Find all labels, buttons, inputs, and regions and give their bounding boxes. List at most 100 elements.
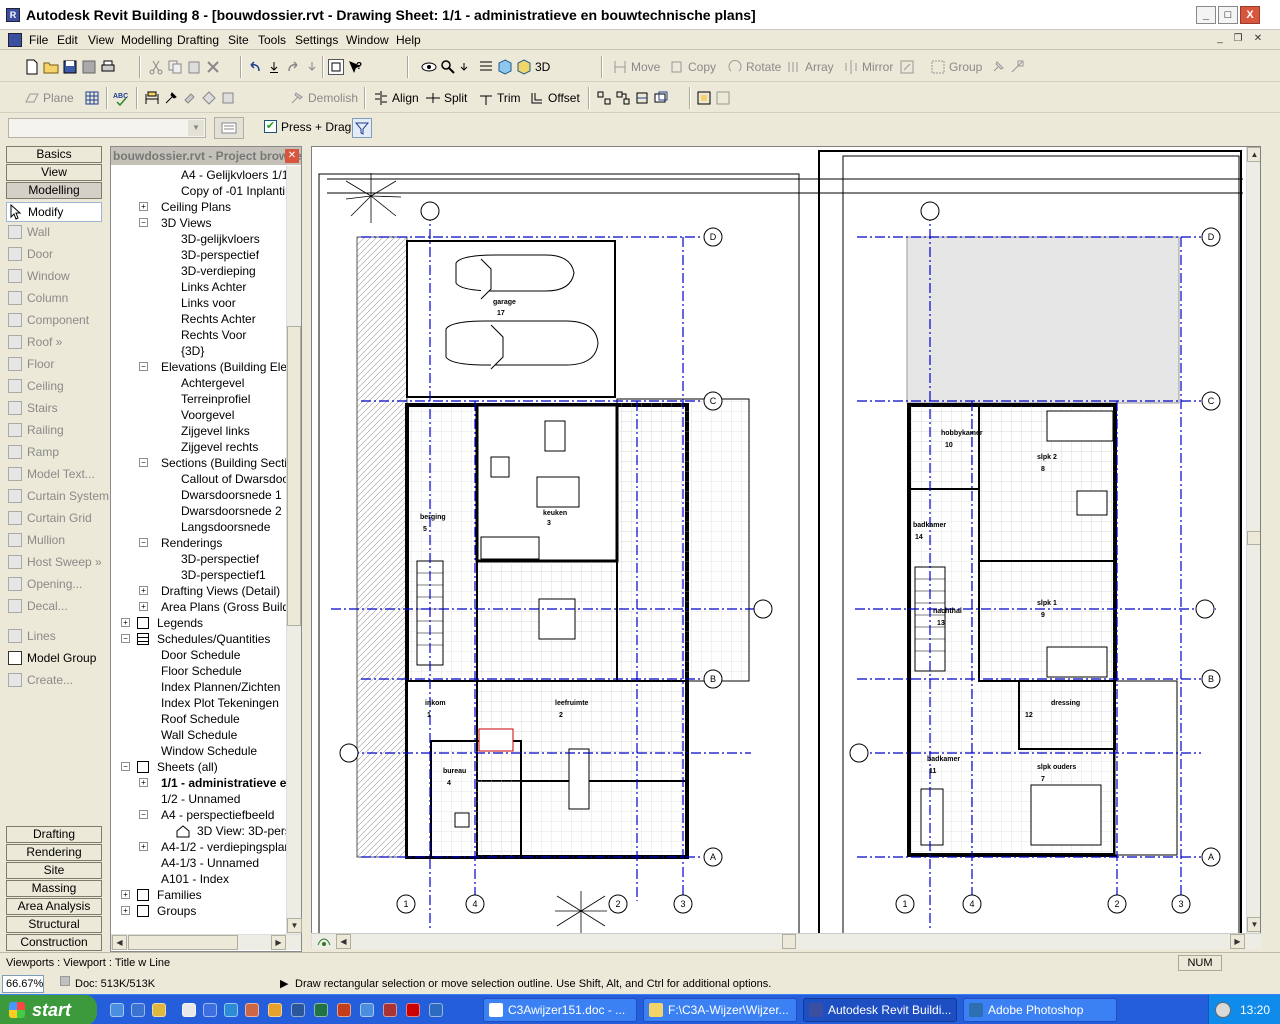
tree-node[interactable]: 3D-gelijkvloers <box>181 231 260 247</box>
component-tool[interactable]: Component <box>8 310 89 330</box>
ramp-tool[interactable]: Ramp <box>8 442 59 462</box>
scroll-left-button[interactable]: ◀ <box>112 935 127 950</box>
collapse-icon[interactable]: − <box>139 218 148 227</box>
align-icon[interactable] <box>373 90 389 106</box>
curtain-system-tool[interactable]: Curtain System <box>8 486 109 506</box>
browser-hscroll-thumb[interactable] <box>128 935 238 950</box>
scroll-down-button[interactable]: ▼ <box>287 918 302 933</box>
mirror-button[interactable]: Mirror <box>862 60 893 74</box>
taskbar-item-word[interactable]: C3Awijzer151.doc - ... <box>483 998 637 1022</box>
collapse-icon[interactable]: − <box>139 458 148 467</box>
print-icon[interactable] <box>100 59 116 75</box>
tree-node[interactable]: Langsdoorsnede <box>181 519 270 535</box>
offset-icon[interactable] <box>529 90 545 106</box>
array-button[interactable]: Array <box>805 60 834 74</box>
tree-node[interactable]: Voorgevel <box>181 407 234 423</box>
start-button[interactable]: start <box>0 995 97 1024</box>
whats-this-help-icon[interactable]: ? <box>347 59 363 75</box>
copy-to-level-icon[interactable] <box>615 90 631 106</box>
powerpoint-quicklaunch-icon[interactable] <box>337 1003 351 1017</box>
demolish-button[interactable]: Demolish <box>308 91 358 105</box>
tab-drafting[interactable]: Drafting <box>6 826 102 843</box>
collapse-icon[interactable]: − <box>121 762 130 771</box>
expand-icon[interactable]: + <box>139 202 148 211</box>
tree-node[interactable]: Zijgevel links <box>181 423 250 439</box>
menu-settings[interactable]: Settings <box>295 32 338 48</box>
app-quicklaunch-icon[interactable] <box>182 1003 196 1017</box>
menu-window[interactable]: Window <box>346 32 389 48</box>
collapse-icon[interactable]: − <box>139 538 148 547</box>
menu-site[interactable]: Site <box>228 32 249 48</box>
explorer-quicklaunch-icon[interactable] <box>152 1003 166 1017</box>
redo-icon[interactable] <box>285 59 301 75</box>
undo-icon[interactable] <box>247 59 263 75</box>
tree-node[interactable]: 3D Views <box>161 215 211 231</box>
railing-tool[interactable]: Railing <box>8 420 64 440</box>
scroll-right-button[interactable]: ▶ <box>271 935 286 950</box>
tree-node[interactable]: Groups <box>157 903 196 919</box>
canvas-vscroll-thumb[interactable] <box>1247 531 1260 545</box>
curtain-grid-tool[interactable]: Curtain Grid <box>8 508 92 528</box>
scroll-left-button[interactable]: ◀ <box>336 934 351 949</box>
roof-tool[interactable]: Roof » <box>8 332 62 352</box>
media-quicklaunch-icon[interactable] <box>406 1003 420 1017</box>
tree-node[interactable]: Links voor <box>181 295 236 311</box>
3d-view-label[interactable]: 3D <box>535 60 550 74</box>
menu-edit[interactable]: Edit <box>57 32 78 48</box>
expand-icon[interactable]: + <box>139 586 148 595</box>
menu-view[interactable]: View <box>88 32 114 48</box>
tab-area-analysis[interactable]: Area Analysis <box>6 898 102 915</box>
model-text-tool[interactable]: Model Text... <box>8 464 95 484</box>
tree-node[interactable]: Dwarsdoorsnede 1 <box>181 487 282 503</box>
3d-cube-yellow-icon[interactable] <box>516 59 532 75</box>
collapse-icon[interactable]: − <box>139 362 148 371</box>
grid-icon[interactable] <box>84 90 100 106</box>
tree-node[interactable]: Schedules/Quantities <box>157 631 270 647</box>
undo-dropdown-icon[interactable] <box>266 59 282 75</box>
mdi-restore-button[interactable]: ❐ <box>1230 32 1246 46</box>
ceiling-tool[interactable]: Ceiling <box>8 376 64 396</box>
tree-node[interactable]: 3D-perspectief1 <box>181 567 266 583</box>
taskbar-item-explorer[interactable]: F:\C3A-Wijzer\Wijzer... <box>643 998 797 1022</box>
create-tool[interactable]: Create... <box>8 670 73 690</box>
tab-basics[interactable]: Basics <box>6 146 102 163</box>
align-button[interactable]: Align <box>392 91 419 105</box>
trim-button[interactable]: Trim <box>497 91 521 105</box>
tree-node[interactable]: Elevations (Building Elevation) <box>161 359 287 375</box>
tree-node[interactable]: Links Achter <box>181 279 246 295</box>
scroll-right-button[interactable]: ▶ <box>1230 934 1245 949</box>
paste-icon[interactable] <box>186 59 202 75</box>
model-group-tool[interactable]: Model Group <box>8 648 96 668</box>
tree-node[interactable]: A4-1/2 - verdiepingsplan <box>161 839 287 855</box>
tree-node[interactable]: Callout of Dwarsdoorsnede <box>181 471 287 487</box>
mdi-minimize-button[interactable]: _ <box>1212 32 1228 46</box>
tree-node[interactable]: A4-1/3 - Unnamed <box>161 855 259 871</box>
zoom-dropdown-icon[interactable] <box>459 59 475 75</box>
tree-node[interactable]: Area Plans (Gross Building) <box>161 599 287 615</box>
expand-icon[interactable]: + <box>139 602 148 611</box>
modify-tool[interactable]: Modify <box>6 202 102 222</box>
thin-lines-icon[interactable] <box>328 59 344 75</box>
save-icon[interactable] <box>62 59 78 75</box>
tree-node[interactable]: Sheets (all) <box>157 759 218 775</box>
press-drag-checkbox[interactable]: ✔ <box>264 120 277 133</box>
minimize-button[interactable]: _ <box>1196 6 1216 24</box>
cut-icon[interactable] <box>148 59 164 75</box>
thin-lines-list-icon[interactable] <box>478 59 494 75</box>
expand-icon[interactable]: + <box>139 842 148 851</box>
canvas-horizontal-scrollbar[interactable]: ◀ ▶ <box>311 933 1261 949</box>
tree-node[interactable]: {3D} <box>181 343 204 359</box>
excel-quicklaunch-icon[interactable] <box>314 1003 328 1017</box>
menu-file[interactable]: File <box>29 32 48 48</box>
tree-node[interactable]: Dwarsdoorsnede 2 <box>181 503 282 519</box>
group-button[interactable]: Group <box>949 60 982 74</box>
mullion-tool[interactable]: Mullion <box>8 530 65 550</box>
opening-tool[interactable]: Opening... <box>8 574 82 594</box>
move-button[interactable]: Move <box>631 60 660 74</box>
select-levels-icon[interactable] <box>653 90 669 106</box>
collapse-icon[interactable]: − <box>121 634 130 643</box>
menu-drafting[interactable]: Drafting <box>177 32 219 48</box>
save-all-icon[interactable] <box>81 59 97 75</box>
redo-dropdown-icon[interactable] <box>304 59 320 75</box>
tab-site[interactable]: Site <box>6 862 102 879</box>
